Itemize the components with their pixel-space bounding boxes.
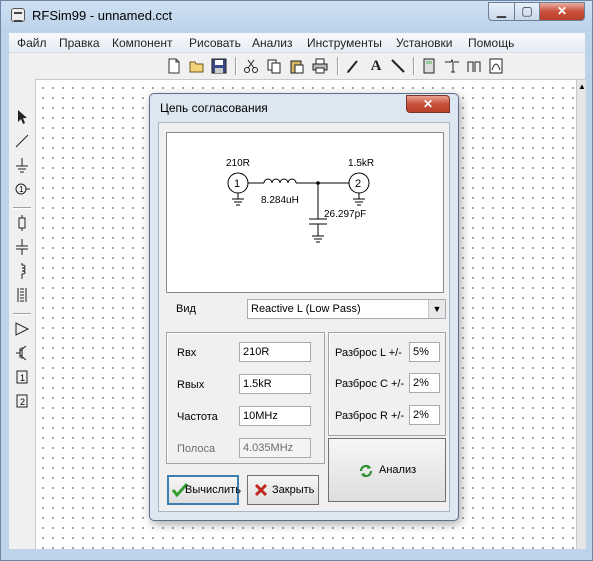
view-select[interactable]: Reactive L (Low Pass) ▼ <box>247 299 446 319</box>
menu-settings[interactable]: Установки <box>396 36 452 50</box>
transformer-icon[interactable] <box>14 287 30 303</box>
matching-network-dialog: Цепь согласования ✕ 1 2 210R 1.5kR 8.284… <box>149 93 459 521</box>
inductor-symbol <box>263 178 297 184</box>
rin-label: Rвх <box>177 347 197 359</box>
view-select-value: Reactive L (Low Pass) <box>251 303 361 315</box>
dialog-title: Цепь согласования <box>160 101 268 115</box>
new-file-icon[interactable] <box>166 58 182 74</box>
dialog-close-button[interactable]: ✕ <box>406 95 450 113</box>
transistor-icon[interactable] <box>14 345 30 361</box>
toolbar-separator <box>413 57 415 75</box>
port1-number: 1 <box>234 178 240 190</box>
tol-c-label: Разброс C +/- <box>335 378 405 390</box>
close-dialog-button[interactable]: Закрыть <box>247 475 319 505</box>
analysis-tool-icon[interactable] <box>488 58 504 74</box>
filter-icon[interactable] <box>466 58 482 74</box>
save-icon[interactable] <box>211 58 227 74</box>
toolbar: A <box>9 53 585 80</box>
tol-l-input[interactable]: 5% <box>409 342 440 362</box>
capacitor-value: 26.297pF <box>324 209 366 220</box>
tol-r-label: Разброс R +/- <box>335 410 405 422</box>
menu-edit[interactable]: Правка <box>59 36 100 50</box>
scroll-up-icon[interactable]: ▲ <box>578 82 586 91</box>
close-button[interactable]: ✕ <box>539 2 585 21</box>
palette-separator <box>13 207 31 209</box>
calculate-button[interactable]: Вычислить <box>167 475 241 505</box>
wire-icon[interactable] <box>14 133 30 149</box>
copy-icon[interactable] <box>266 58 282 74</box>
text-tool-icon[interactable]: A <box>368 58 384 74</box>
impedance-panel: Rвх 210R Rвых 1.5kR Частота 10MHz Полоса… <box>166 332 325 464</box>
palette-separator <box>13 313 31 315</box>
red-x-icon <box>254 483 268 497</box>
cut-icon[interactable] <box>243 58 259 74</box>
refresh-icon <box>359 464 373 478</box>
toolbar-separator <box>337 57 339 75</box>
analysis-button-label: Анализ <box>379 464 417 476</box>
rin-input[interactable]: 210R <box>239 342 311 362</box>
menu-bar: Файл Правка Компонент Рисовать Анализ Ин… <box>9 33 585 53</box>
rout-label: Rвых <box>177 379 205 391</box>
frequency-label: Частота <box>177 411 218 423</box>
brush-icon[interactable] <box>345 58 361 74</box>
menu-help[interactable]: Помощь <box>468 36 514 50</box>
chevron-down-icon[interactable]: ▼ <box>428 300 445 318</box>
match-network-icon[interactable] <box>444 58 460 74</box>
open-folder-icon[interactable] <box>189 58 205 74</box>
inductor-value: 8.284uH <box>261 195 299 206</box>
main-window: RFSim99 - unnamed.cct ▁ ▢ ✕ Файл Правка … <box>0 0 593 561</box>
print-icon[interactable] <box>312 58 328 74</box>
svg-text:1: 1 <box>20 373 25 383</box>
pointer-icon[interactable] <box>14 109 30 125</box>
window-title: RFSim99 - unnamed.cct <box>32 8 173 23</box>
tol-r-input[interactable]: 2% <box>409 405 440 425</box>
tol-c-input[interactable]: 2% <box>409 373 440 393</box>
svg-text:1: 1 <box>19 185 24 194</box>
frequency-input[interactable]: 10MHz <box>239 406 311 426</box>
analysis-button[interactable]: Анализ <box>328 438 446 502</box>
schematic-drawing: 1 2 210R 1.5kR 8.284uH 26.297pF <box>226 158 374 243</box>
port1-impedance: 210R <box>226 158 250 169</box>
view-label: Вид <box>176 303 196 315</box>
bandwidth-output: 4.035MHz <box>239 438 311 458</box>
component-palette: 1 1 2 <box>9 79 36 549</box>
tol-l-label: Разброс L +/- <box>335 347 402 359</box>
menu-analysis[interactable]: Анализ <box>252 36 293 50</box>
ground-icon[interactable] <box>14 157 30 173</box>
toolbar-separator <box>235 57 237 75</box>
calculate-button-label: Вычислить <box>185 484 241 496</box>
rout-input[interactable]: 1.5kR <box>239 374 311 394</box>
menu-file[interactable]: Файл <box>17 36 47 50</box>
port-two-icon[interactable]: 2 <box>14 393 30 409</box>
capacitor-icon[interactable] <box>14 239 30 255</box>
dialog-body: 1 2 210R 1.5kR 8.284uH 26.297pF Вид Reac… <box>158 122 450 512</box>
menu-component[interactable]: Компонент <box>112 36 173 50</box>
port2-impedance: 1.5kR <box>348 158 374 169</box>
inductor-icon[interactable] <box>14 263 30 279</box>
port-icon[interactable]: 1 <box>14 181 30 197</box>
menu-tools[interactable]: Инструменты <box>307 36 382 50</box>
vertical-scrollbar[interactable]: ▲ <box>576 80 586 549</box>
resistor-icon[interactable] <box>14 215 30 231</box>
bandwidth-label: Полоса <box>177 443 216 455</box>
calculator-icon[interactable] <box>421 58 437 74</box>
paste-icon[interactable] <box>289 58 305 74</box>
menu-draw[interactable]: Рисовать <box>189 36 241 50</box>
schematic-preview: 1 2 210R 1.5kR 8.284uH 26.297pF <box>166 132 444 293</box>
maximize-button[interactable]: ▢ <box>514 2 540 21</box>
port2-number: 2 <box>355 178 361 190</box>
amplifier-icon[interactable] <box>14 321 30 337</box>
title-bar[interactable]: RFSim99 - unnamed.cct ▁ ▢ ✕ <box>1 1 592 31</box>
svg-text:2: 2 <box>20 397 25 407</box>
tolerance-panel: Разброс L +/- 5% Разброс C +/- 2% Разбро… <box>328 332 446 436</box>
port-one-icon[interactable]: 1 <box>14 369 30 385</box>
app-icon[interactable] <box>11 8 25 22</box>
close-dialog-button-label: Закрыть <box>272 484 315 496</box>
minimize-button[interactable]: ▁ <box>488 2 515 21</box>
line-tool-icon[interactable] <box>390 58 406 74</box>
